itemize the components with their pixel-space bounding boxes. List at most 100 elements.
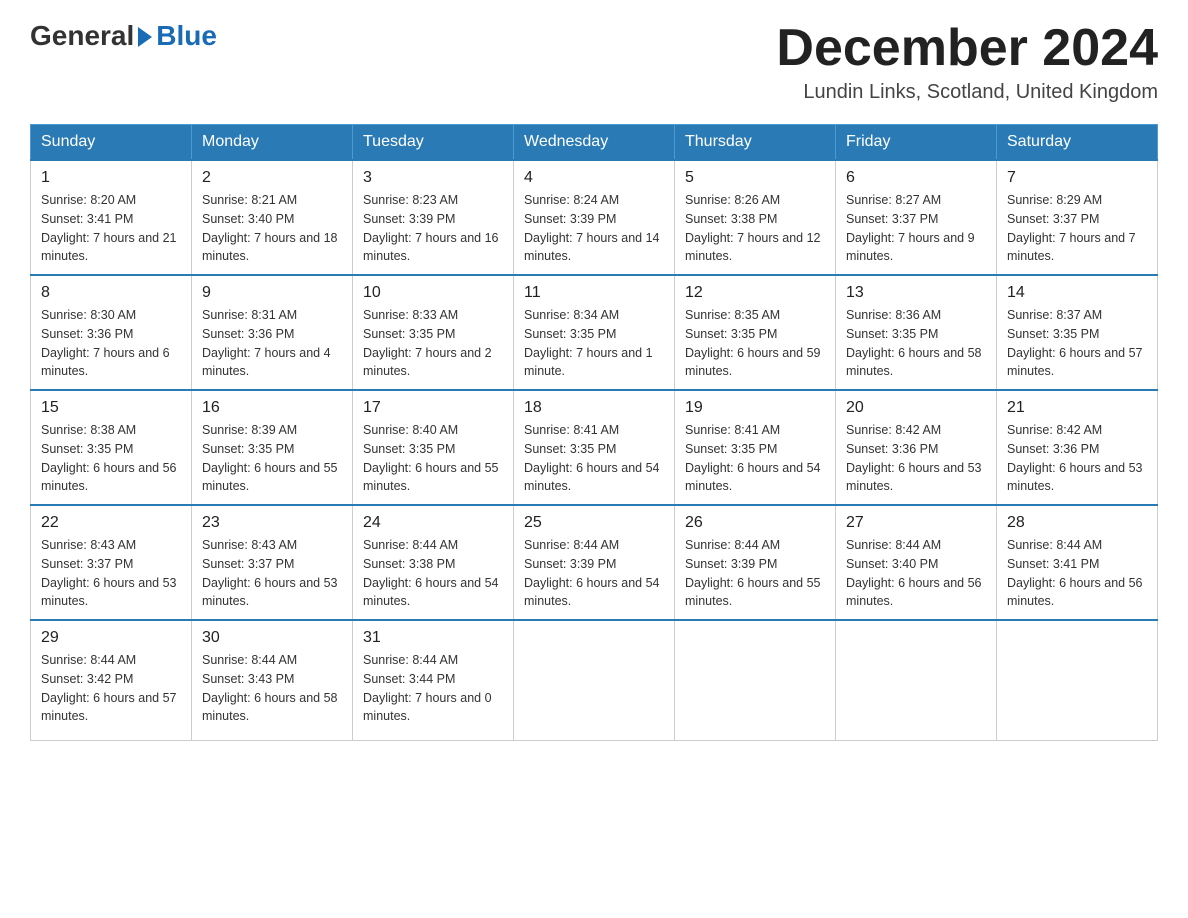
day-number: 3 <box>363 169 503 187</box>
day-number: 14 <box>1007 284 1147 302</box>
calendar-cell: 27 Sunrise: 8:44 AMSunset: 3:40 PMDaylig… <box>836 505 997 620</box>
calendar-cell: 6 Sunrise: 8:27 AMSunset: 3:37 PMDayligh… <box>836 160 997 275</box>
day-number: 1 <box>41 169 181 187</box>
weekday-header-friday: Friday <box>836 125 997 161</box>
day-number: 7 <box>1007 169 1147 187</box>
day-info: Sunrise: 8:44 AMSunset: 3:38 PMDaylight:… <box>363 538 499 608</box>
day-number: 22 <box>41 514 181 532</box>
day-info: Sunrise: 8:24 AMSunset: 3:39 PMDaylight:… <box>524 193 660 263</box>
calendar-cell <box>997 620 1158 740</box>
day-info: Sunrise: 8:21 AMSunset: 3:40 PMDaylight:… <box>202 193 338 263</box>
day-info: Sunrise: 8:38 AMSunset: 3:35 PMDaylight:… <box>41 423 177 493</box>
title-area: December 2024 Lundin Links, Scotland, Un… <box>776 20 1158 104</box>
day-info: Sunrise: 8:39 AMSunset: 3:35 PMDaylight:… <box>202 423 338 493</box>
day-info: Sunrise: 8:23 AMSunset: 3:39 PMDaylight:… <box>363 193 499 263</box>
day-number: 11 <box>524 284 664 302</box>
day-number: 19 <box>685 399 825 417</box>
day-info: Sunrise: 8:31 AMSunset: 3:36 PMDaylight:… <box>202 308 331 378</box>
weekday-header-tuesday: Tuesday <box>353 125 514 161</box>
calendar-cell: 22 Sunrise: 8:43 AMSunset: 3:37 PMDaylig… <box>31 505 192 620</box>
weekday-header-monday: Monday <box>192 125 353 161</box>
day-info: Sunrise: 8:33 AMSunset: 3:35 PMDaylight:… <box>363 308 492 378</box>
calendar-cell: 20 Sunrise: 8:42 AMSunset: 3:36 PMDaylig… <box>836 390 997 505</box>
day-info: Sunrise: 8:41 AMSunset: 3:35 PMDaylight:… <box>524 423 660 493</box>
month-title: December 2024 <box>776 20 1158 77</box>
calendar-cell: 29 Sunrise: 8:44 AMSunset: 3:42 PMDaylig… <box>31 620 192 740</box>
calendar-cell: 10 Sunrise: 8:33 AMSunset: 3:35 PMDaylig… <box>353 275 514 390</box>
day-number: 24 <box>363 514 503 532</box>
weekday-header-thursday: Thursday <box>675 125 836 161</box>
calendar-cell: 8 Sunrise: 8:30 AMSunset: 3:36 PMDayligh… <box>31 275 192 390</box>
day-number: 16 <box>202 399 342 417</box>
day-number: 8 <box>41 284 181 302</box>
calendar-week-row: 8 Sunrise: 8:30 AMSunset: 3:36 PMDayligh… <box>31 275 1158 390</box>
day-info: Sunrise: 8:30 AMSunset: 3:36 PMDaylight:… <box>41 308 170 378</box>
day-number: 30 <box>202 629 342 647</box>
day-number: 29 <box>41 629 181 647</box>
day-number: 27 <box>846 514 986 532</box>
weekday-header-saturday: Saturday <box>997 125 1158 161</box>
weekday-header-sunday: Sunday <box>31 125 192 161</box>
day-info: Sunrise: 8:42 AMSunset: 3:36 PMDaylight:… <box>846 423 982 493</box>
day-info: Sunrise: 8:43 AMSunset: 3:37 PMDaylight:… <box>202 538 338 608</box>
calendar-cell: 1 Sunrise: 8:20 AMSunset: 3:41 PMDayligh… <box>31 160 192 275</box>
calendar-cell: 26 Sunrise: 8:44 AMSunset: 3:39 PMDaylig… <box>675 505 836 620</box>
calendar-cell: 9 Sunrise: 8:31 AMSunset: 3:36 PMDayligh… <box>192 275 353 390</box>
day-info: Sunrise: 8:37 AMSunset: 3:35 PMDaylight:… <box>1007 308 1143 378</box>
day-info: Sunrise: 8:35 AMSunset: 3:35 PMDaylight:… <box>685 308 821 378</box>
day-number: 5 <box>685 169 825 187</box>
calendar-cell: 11 Sunrise: 8:34 AMSunset: 3:35 PMDaylig… <box>514 275 675 390</box>
header: General Blue December 2024 Lundin Links,… <box>30 20 1158 104</box>
calendar-cell: 7 Sunrise: 8:29 AMSunset: 3:37 PMDayligh… <box>997 160 1158 275</box>
calendar-week-row: 15 Sunrise: 8:38 AMSunset: 3:35 PMDaylig… <box>31 390 1158 505</box>
calendar-table: SundayMondayTuesdayWednesdayThursdayFrid… <box>30 124 1158 741</box>
day-number: 2 <box>202 169 342 187</box>
calendar-cell: 17 Sunrise: 8:40 AMSunset: 3:35 PMDaylig… <box>353 390 514 505</box>
calendar-cell: 30 Sunrise: 8:44 AMSunset: 3:43 PMDaylig… <box>192 620 353 740</box>
calendar-cell: 5 Sunrise: 8:26 AMSunset: 3:38 PMDayligh… <box>675 160 836 275</box>
calendar-cell: 28 Sunrise: 8:44 AMSunset: 3:41 PMDaylig… <box>997 505 1158 620</box>
day-number: 25 <box>524 514 664 532</box>
day-number: 21 <box>1007 399 1147 417</box>
calendar-cell <box>514 620 675 740</box>
day-info: Sunrise: 8:27 AMSunset: 3:37 PMDaylight:… <box>846 193 975 263</box>
day-info: Sunrise: 8:29 AMSunset: 3:37 PMDaylight:… <box>1007 193 1136 263</box>
day-number: 13 <box>846 284 986 302</box>
calendar-cell: 2 Sunrise: 8:21 AMSunset: 3:40 PMDayligh… <box>192 160 353 275</box>
calendar-cell: 3 Sunrise: 8:23 AMSunset: 3:39 PMDayligh… <box>353 160 514 275</box>
day-number: 26 <box>685 514 825 532</box>
day-number: 20 <box>846 399 986 417</box>
calendar-cell: 13 Sunrise: 8:36 AMSunset: 3:35 PMDaylig… <box>836 275 997 390</box>
day-info: Sunrise: 8:42 AMSunset: 3:36 PMDaylight:… <box>1007 423 1143 493</box>
day-number: 6 <box>846 169 986 187</box>
calendar-cell: 15 Sunrise: 8:38 AMSunset: 3:35 PMDaylig… <box>31 390 192 505</box>
day-info: Sunrise: 8:41 AMSunset: 3:35 PMDaylight:… <box>685 423 821 493</box>
day-info: Sunrise: 8:44 AMSunset: 3:41 PMDaylight:… <box>1007 538 1143 608</box>
day-number: 10 <box>363 284 503 302</box>
logo-blue-text: Blue <box>156 20 217 52</box>
calendar-cell: 23 Sunrise: 8:43 AMSunset: 3:37 PMDaylig… <box>192 505 353 620</box>
calendar-cell: 21 Sunrise: 8:42 AMSunset: 3:36 PMDaylig… <box>997 390 1158 505</box>
calendar-cell: 12 Sunrise: 8:35 AMSunset: 3:35 PMDaylig… <box>675 275 836 390</box>
day-info: Sunrise: 8:44 AMSunset: 3:39 PMDaylight:… <box>524 538 660 608</box>
day-number: 9 <box>202 284 342 302</box>
logo-arrow-icon <box>138 27 152 47</box>
day-number: 12 <box>685 284 825 302</box>
day-info: Sunrise: 8:44 AMSunset: 3:44 PMDaylight:… <box>363 653 492 723</box>
day-number: 31 <box>363 629 503 647</box>
calendar-cell: 14 Sunrise: 8:37 AMSunset: 3:35 PMDaylig… <box>997 275 1158 390</box>
day-number: 15 <box>41 399 181 417</box>
calendar-cell: 16 Sunrise: 8:39 AMSunset: 3:35 PMDaylig… <box>192 390 353 505</box>
day-info: Sunrise: 8:40 AMSunset: 3:35 PMDaylight:… <box>363 423 499 493</box>
calendar-cell <box>675 620 836 740</box>
calendar-cell: 24 Sunrise: 8:44 AMSunset: 3:38 PMDaylig… <box>353 505 514 620</box>
calendar-week-row: 22 Sunrise: 8:43 AMSunset: 3:37 PMDaylig… <box>31 505 1158 620</box>
calendar-cell: 4 Sunrise: 8:24 AMSunset: 3:39 PMDayligh… <box>514 160 675 275</box>
day-number: 23 <box>202 514 342 532</box>
day-info: Sunrise: 8:44 AMSunset: 3:39 PMDaylight:… <box>685 538 821 608</box>
day-info: Sunrise: 8:44 AMSunset: 3:40 PMDaylight:… <box>846 538 982 608</box>
day-info: Sunrise: 8:44 AMSunset: 3:42 PMDaylight:… <box>41 653 177 723</box>
calendar-cell <box>836 620 997 740</box>
weekday-header-wednesday: Wednesday <box>514 125 675 161</box>
calendar-cell: 25 Sunrise: 8:44 AMSunset: 3:39 PMDaylig… <box>514 505 675 620</box>
